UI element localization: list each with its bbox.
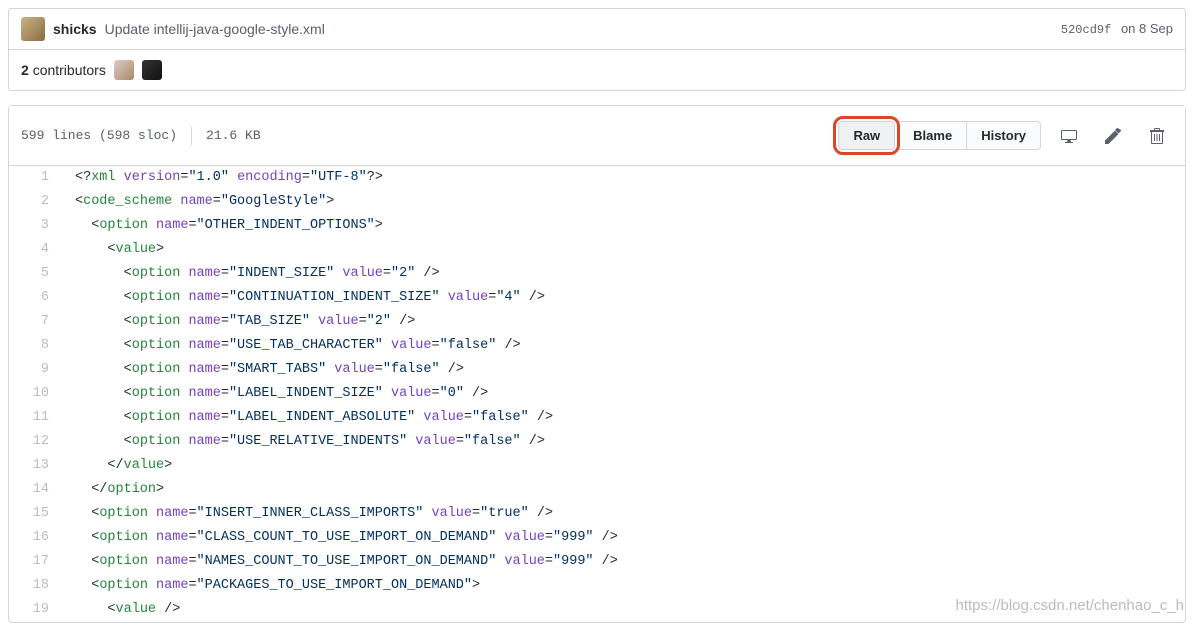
line-content: <code_scheme name="GoogleStyle"> — [63, 190, 334, 214]
desktop-icon[interactable] — [1053, 122, 1085, 150]
file-info-divider — [191, 127, 192, 145]
line-number: 5 — [9, 262, 63, 286]
line-number: 14 — [9, 478, 63, 502]
line-content: <option name="INSERT_INNER_CLASS_IMPORTS… — [63, 502, 553, 526]
line-content: <option name="SMART_TABS" value="false" … — [63, 358, 464, 382]
line-content: <option name="LABEL_INDENT_SIZE" value="… — [63, 382, 488, 406]
code-line: 12 <option name="USE_RELATIVE_INDENTS" v… — [9, 430, 1185, 454]
line-content: <option name="NAMES_COUNT_TO_USE_IMPORT_… — [63, 550, 618, 574]
line-number: 12 — [9, 430, 63, 454]
code-line: 1<?xml version="1.0" encoding="UTF-8"?> — [9, 166, 1185, 190]
file-header: 599 lines (598 sloc) 21.6 KB Raw Blame H… — [9, 106, 1185, 166]
line-content: <option name="OTHER_INDENT_OPTIONS"> — [63, 214, 383, 238]
line-content: <value> — [63, 238, 164, 262]
code-line: 19 <value /> — [9, 598, 1185, 622]
file-info: 599 lines (598 sloc) 21.6 KB — [21, 127, 261, 145]
contributor-avatar-2[interactable] — [142, 60, 162, 80]
contributors-label: contributors — [33, 62, 106, 78]
line-content: <option name="CLASS_COUNT_TO_USE_IMPORT_… — [63, 526, 618, 550]
contributors-bar: 2 contributors — [8, 50, 1186, 91]
contributors-text[interactable]: 2 contributors — [21, 62, 106, 78]
line-number: 10 — [9, 382, 63, 406]
blame-button[interactable]: Blame — [899, 122, 967, 149]
code-line: 16 <option name="CLASS_COUNT_TO_USE_IMPO… — [9, 526, 1185, 550]
line-number: 13 — [9, 454, 63, 478]
blame-history-group: Blame History — [899, 121, 1041, 150]
code-line: 4 <value> — [9, 238, 1185, 262]
line-number: 3 — [9, 214, 63, 238]
line-number: 1 — [9, 166, 63, 190]
history-button[interactable]: History — [967, 122, 1040, 149]
code-line: 10 <option name="LABEL_INDENT_SIZE" valu… — [9, 382, 1185, 406]
line-number: 9 — [9, 358, 63, 382]
code-line: 5 <option name="INDENT_SIZE" value="2" /… — [9, 262, 1185, 286]
line-content: <option name="USE_RELATIVE_INDENTS" valu… — [63, 430, 545, 454]
line-number: 18 — [9, 574, 63, 598]
line-number: 4 — [9, 238, 63, 262]
code-line: 13 </value> — [9, 454, 1185, 478]
commit-sha[interactable]: 520cd9f — [1061, 23, 1111, 37]
commit-date: on 8 Sep — [1121, 21, 1173, 36]
line-content: <option name="CONTINUATION_INDENT_SIZE" … — [63, 286, 545, 310]
commit-message[interactable]: Update intellij-java-google-style.xml — [105, 21, 325, 37]
commit-meta: 520cd9f on 8 Sep — [1061, 21, 1173, 37]
code-line: 8 <option name="USE_TAB_CHARACTER" value… — [9, 334, 1185, 358]
line-content: <option name="TAB_SIZE" value="2" /> — [63, 310, 415, 334]
commit-header: shicks Update intellij-java-google-style… — [8, 8, 1186, 50]
line-content: </option> — [63, 478, 164, 502]
file-box: 599 lines (598 sloc) 21.6 KB Raw Blame H… — [8, 105, 1186, 623]
line-number: 2 — [9, 190, 63, 214]
code-line: 7 <option name="TAB_SIZE" value="2" /> — [9, 310, 1185, 334]
line-content: </value> — [63, 454, 172, 478]
code-line: 11 <option name="LABEL_INDENT_ABSOLUTE" … — [9, 406, 1185, 430]
line-number: 16 — [9, 526, 63, 550]
file-actions: Raw Blame History — [833, 116, 1173, 155]
line-number: 17 — [9, 550, 63, 574]
code-line: 9 <option name="SMART_TABS" value="false… — [9, 358, 1185, 382]
code-line: 18 <option name="PACKAGES_TO_USE_IMPORT_… — [9, 574, 1185, 598]
code-line: 14 </option> — [9, 478, 1185, 502]
line-number: 7 — [9, 310, 63, 334]
raw-button[interactable]: Raw — [838, 121, 895, 150]
line-content: <value /> — [63, 598, 180, 622]
file-size: 21.6 KB — [206, 128, 261, 143]
line-number: 8 — [9, 334, 63, 358]
trash-icon[interactable] — [1141, 122, 1173, 150]
author-avatar[interactable] — [21, 17, 45, 41]
line-number: 11 — [9, 406, 63, 430]
raw-button-highlight: Raw — [833, 116, 900, 155]
line-content: <option name="INDENT_SIZE" value="2" /> — [63, 262, 440, 286]
code-line: 3 <option name="OTHER_INDENT_OPTIONS"> — [9, 214, 1185, 238]
line-number: 6 — [9, 286, 63, 310]
contributors-count: 2 — [21, 62, 29, 78]
line-number: 19 — [9, 598, 63, 622]
line-content: <option name="USE_TAB_CHARACTER" value="… — [63, 334, 521, 358]
contributor-avatar-1[interactable] — [114, 60, 134, 80]
line-number: 15 — [9, 502, 63, 526]
code-line: 2<code_scheme name="GoogleStyle"> — [9, 190, 1185, 214]
pencil-icon[interactable] — [1097, 122, 1129, 150]
author-name[interactable]: shicks — [53, 21, 97, 37]
code-area: 1<?xml version="1.0" encoding="UTF-8"?>2… — [9, 166, 1185, 622]
file-lines: 599 lines (598 sloc) — [21, 128, 177, 143]
commit-author-area: shicks Update intellij-java-google-style… — [21, 17, 325, 41]
code-line: 6 <option name="CONTINUATION_INDENT_SIZE… — [9, 286, 1185, 310]
line-content: <option name="LABEL_INDENT_ABSOLUTE" val… — [63, 406, 553, 430]
code-line: 15 <option name="INSERT_INNER_CLASS_IMPO… — [9, 502, 1185, 526]
line-content: <?xml version="1.0" encoding="UTF-8"?> — [63, 166, 383, 190]
code-line: 17 <option name="NAMES_COUNT_TO_USE_IMPO… — [9, 550, 1185, 574]
line-content: <option name="PACKAGES_TO_USE_IMPORT_ON_… — [63, 574, 480, 598]
